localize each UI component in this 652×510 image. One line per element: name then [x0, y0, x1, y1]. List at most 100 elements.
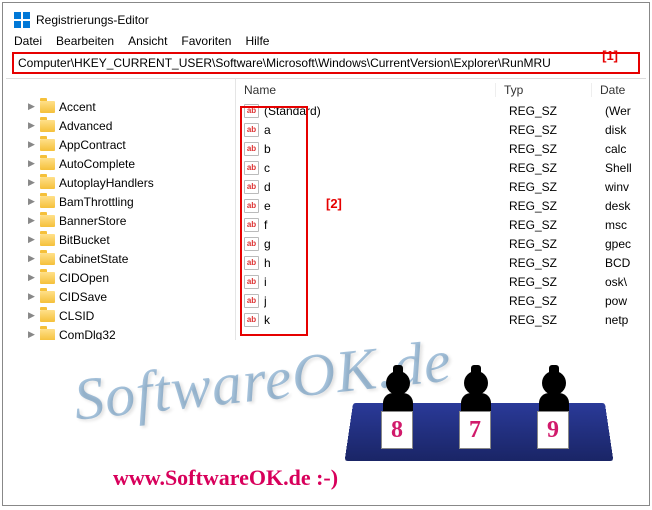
callout-2: [2] [326, 196, 342, 211]
value-type: REG_SZ [501, 313, 597, 327]
value-row[interactable]: abbREG_SZcalc [236, 139, 646, 158]
value-row[interactable]: abcREG_SZShell [236, 158, 646, 177]
value-name: e [264, 199, 501, 213]
expand-caret-icon[interactable]: ▶ [28, 158, 36, 169]
tree-item[interactable]: ▶ Accent [6, 97, 235, 116]
value-name: b [264, 142, 501, 156]
menu-favorites[interactable]: Favoriten [181, 34, 231, 48]
folder-icon [40, 234, 55, 246]
value-type: REG_SZ [501, 104, 597, 118]
expand-caret-icon[interactable]: ▶ [28, 177, 36, 188]
tree-item[interactable]: ▶ CabinetState [6, 249, 235, 268]
col-data[interactable]: Date [592, 83, 646, 97]
tree-label: BitBucket [59, 233, 110, 247]
expand-caret-icon[interactable]: ▶ [28, 329, 36, 340]
value-row[interactable]: ab(Standard)REG_SZ(Wer [236, 101, 646, 120]
menu-edit[interactable]: Bearbeiten [56, 34, 114, 48]
value-name: h [264, 256, 501, 270]
col-type[interactable]: Typ [496, 83, 592, 97]
reg-string-icon: ab [244, 313, 259, 327]
expand-caret-icon[interactable]: ▶ [28, 120, 36, 131]
list-header[interactable]: Name Typ Date [236, 79, 646, 101]
tree-item[interactable]: ▶ ComDlg32 [6, 325, 235, 340]
tree-label: BannerStore [59, 214, 126, 228]
tree-item[interactable]: ▶CLSID [6, 306, 235, 325]
callout-1: [1] [602, 48, 618, 63]
reg-string-icon: ab [244, 256, 259, 270]
score-card-2: 7 [459, 411, 491, 449]
score-card-3: 9 [537, 411, 569, 449]
value-row[interactable]: abdREG_SZwinv [236, 177, 646, 196]
tree-label: Accent [59, 100, 96, 114]
value-type: REG_SZ [501, 275, 597, 289]
tree-item[interactable]: ▶AutoComplete [6, 154, 235, 173]
expand-caret-icon[interactable]: ▶ [28, 272, 36, 283]
tree-label: AutoplayHandlers [59, 176, 154, 190]
regedit-icon [14, 12, 30, 28]
value-name: i [264, 275, 501, 289]
expand-caret-icon[interactable]: ▶ [28, 310, 36, 321]
value-data: desk [597, 199, 646, 213]
value-name: j [264, 294, 501, 308]
titlebar[interactable]: Registrierungs-Editor [6, 6, 646, 32]
tree-label: CabinetState [59, 252, 128, 266]
value-type: REG_SZ [501, 123, 597, 137]
menu-file[interactable]: Datei [14, 34, 42, 48]
tree-label: AppContract [59, 138, 126, 152]
expand-caret-icon[interactable]: ▶ [28, 139, 36, 150]
value-type: REG_SZ [501, 199, 597, 213]
expand-caret-icon[interactable]: ▶ [28, 101, 36, 112]
expand-caret-icon[interactable]: ▶ [28, 253, 36, 264]
tree-item[interactable]: ▶ AutoplayHandlers [6, 173, 235, 192]
value-data: disk [597, 123, 646, 137]
expand-caret-icon[interactable]: ▶ [28, 196, 36, 207]
value-data: netp [597, 313, 646, 327]
menu-view[interactable]: Ansicht [128, 34, 167, 48]
value-type: REG_SZ [501, 294, 597, 308]
value-type: REG_SZ [501, 161, 597, 175]
value-type: REG_SZ [501, 237, 597, 251]
tree-item[interactable]: ▶ BannerStore [6, 211, 235, 230]
reg-string-icon: ab [244, 218, 259, 232]
value-row[interactable]: abgREG_SZgpec [236, 234, 646, 253]
tree-label: ComDlg32 [59, 328, 116, 341]
value-row[interactable]: abjREG_SZpow [236, 291, 646, 310]
judges-illustration: 8 7 9 [349, 341, 609, 461]
tree-item[interactable]: ▶ BitBucket [6, 230, 235, 249]
folder-icon [40, 272, 55, 284]
value-row[interactable]: abiREG_SZosk\ [236, 272, 646, 291]
menu-help[interactable]: Hilfe [245, 34, 269, 48]
value-name: g [264, 237, 501, 251]
expand-caret-icon[interactable]: ▶ [28, 234, 36, 245]
value-row[interactable]: abkREG_SZnetp [236, 310, 646, 329]
value-row[interactable]: abeREG_SZdesk [236, 196, 646, 215]
folder-icon [40, 177, 55, 189]
tree-label: BamThrottling [59, 195, 134, 209]
value-name: f [264, 218, 501, 232]
value-row[interactable]: abaREG_SZdisk [236, 120, 646, 139]
reg-string-icon: ab [244, 104, 259, 118]
reg-string-icon: ab [244, 199, 259, 213]
tree-item[interactable]: ▶ AppContract [6, 135, 235, 154]
tree-label: CIDSave [59, 290, 107, 304]
col-name[interactable]: Name [236, 83, 496, 97]
reg-string-icon: ab [244, 275, 259, 289]
expand-caret-icon[interactable]: ▶ [28, 291, 36, 302]
tree-item[interactable]: ▶ BamThrottling [6, 192, 235, 211]
folder-icon [40, 253, 55, 265]
expand-caret-icon[interactable]: ▶ [28, 215, 36, 226]
address-bar[interactable]: Computer\HKEY_CURRENT_USER\Software\Micr… [12, 52, 640, 74]
tree-pane[interactable]: ▶Accent▶Advanced▶AppContract▶AutoComplet… [6, 79, 236, 340]
value-type: REG_SZ [501, 256, 597, 270]
tree-item[interactable]: ▶ CIDSave [6, 287, 235, 306]
tree-item[interactable]: ▶CIDOpen [6, 268, 235, 287]
tree-item[interactable]: ▶Advanced [6, 116, 235, 135]
values-pane[interactable]: Name Typ Date ab(Standard)REG_SZ(WerabaR… [236, 79, 646, 340]
value-name: k [264, 313, 501, 327]
value-row[interactable]: abhREG_SZBCD [236, 253, 646, 272]
value-row[interactable]: abfREG_SZmsc [236, 215, 646, 234]
footer-url: www.SoftwareOK.de :-) [113, 465, 338, 491]
value-type: REG_SZ [501, 180, 597, 194]
regedit-window: Registrierungs-Editor Datei Bearbeiten A… [6, 6, 646, 340]
folder-icon [40, 329, 55, 341]
